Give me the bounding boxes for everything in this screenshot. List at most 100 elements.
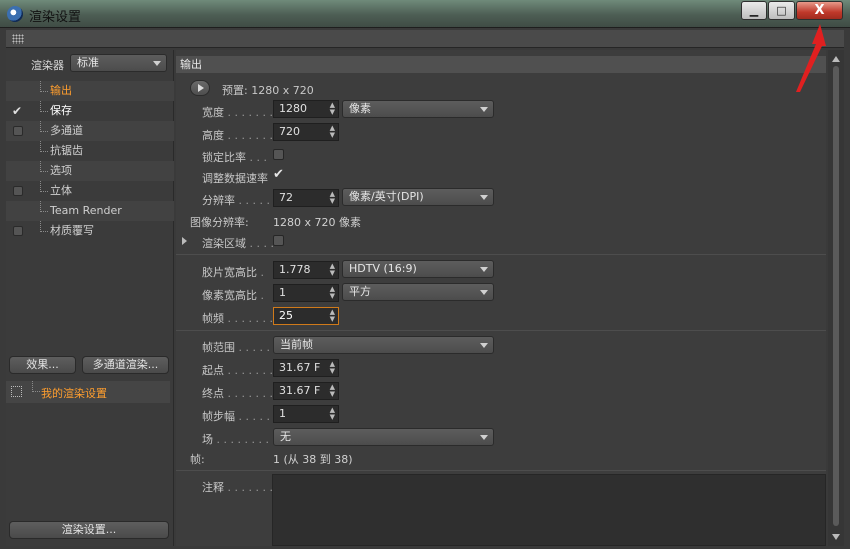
tree-item-label: Team Render	[50, 204, 122, 217]
tree-branch-line	[40, 141, 48, 152]
chevron-down-icon	[480, 290, 488, 295]
minimize-button[interactable]: ▁	[741, 1, 767, 20]
tree-item-label: 选项	[50, 164, 72, 177]
field-select[interactable]: 无	[273, 428, 494, 446]
scroll-down-icon[interactable]	[832, 534, 840, 540]
frame-step-field[interactable]: 1 ▲ ▼	[273, 405, 339, 423]
pixel-aspect-label: 像素宽高比 .	[202, 289, 264, 302]
fps-label: 帧频 . . . . . . . .	[202, 312, 280, 325]
scrollbar-thumb[interactable]	[833, 66, 839, 526]
field-label: 场 . . . . . . . . .	[202, 433, 276, 446]
tree-item[interactable]: 立体	[6, 181, 174, 201]
size-unit-select[interactable]: 像素	[342, 100, 494, 118]
renderer-row: 渲染器 标准	[6, 53, 174, 73]
tree-item-label: 多通道	[50, 124, 83, 137]
render-settings-button[interactable]: 渲染设置...	[9, 521, 169, 539]
stepper-icon: ▲ ▼	[329, 308, 335, 323]
chevron-down-icon	[480, 343, 488, 348]
adjust-rate-label: 调整数据速率	[202, 172, 268, 185]
panel-toolbar	[6, 30, 844, 48]
frame-range-label: 帧范围 . . . . .	[202, 341, 270, 354]
image-resolution-value: 1280 x 720 像素	[273, 216, 361, 229]
tree-branch-line	[40, 181, 48, 192]
effects-button[interactable]: 效果...	[9, 356, 76, 374]
height-label: 高度 . . . . . . .	[202, 129, 273, 142]
chevron-down-icon	[480, 195, 488, 200]
image-resolution-label: 图像分辨率:	[190, 216, 249, 229]
tree-item-label: 保存	[50, 104, 72, 117]
annotation-arrow-icon	[796, 24, 826, 92]
tree-item[interactable]: 抗锯齿	[6, 141, 174, 161]
close-button[interactable]: X	[796, 1, 843, 20]
preset-label: 预置: 1280 x 720	[222, 84, 314, 97]
resolution-field[interactable]: 72 ▲ ▼	[273, 189, 339, 207]
width-field[interactable]: 1280 ▲ ▼	[273, 100, 339, 118]
expand-arrow-icon[interactable]	[182, 237, 187, 245]
tree-item[interactable]: 选项	[6, 161, 174, 181]
tree-item[interactable]: 输出	[6, 81, 174, 101]
stepper-icon: ▲ ▼	[329, 360, 335, 375]
adjust-rate-checkbox[interactable]: ✔	[273, 167, 284, 182]
frames-label: 帧:	[190, 453, 205, 466]
multipass-render-button[interactable]: 多通道渲染...	[82, 356, 169, 374]
tree-item-checkbox[interactable]	[13, 186, 23, 196]
grip-icon[interactable]	[12, 34, 24, 44]
my-render-settings-label: 我的渲染设置	[41, 387, 107, 400]
height-field[interactable]: 720 ▲ ▼	[273, 123, 339, 141]
film-aspect-field[interactable]: 1.778 ▲ ▼	[273, 261, 339, 279]
tree-item-label: 抗锯齿	[50, 144, 83, 157]
lock-ratio-checkbox[interactable]	[273, 149, 284, 160]
scroll-up-icon[interactable]	[832, 56, 840, 62]
tree-branch-line	[40, 121, 48, 132]
stepper-icon: ▲ ▼	[329, 101, 335, 116]
check-icon[interactable]: ✔	[12, 101, 22, 121]
stepper-icon: ▲ ▼	[329, 190, 335, 205]
tree-item[interactable]: 多通道	[6, 121, 174, 141]
section-divider	[176, 470, 826, 471]
chevron-down-icon	[480, 435, 488, 440]
start-field[interactable]: 31.67 F ▲ ▼	[273, 359, 339, 377]
chevron-down-icon	[153, 61, 161, 66]
renderer-label: 渲染器	[31, 59, 64, 72]
frame-step-label: 帧步幅 . . . . .	[202, 410, 270, 423]
renderer-select[interactable]: 标准	[70, 54, 167, 72]
notes-textarea[interactable]	[272, 474, 826, 546]
film-aspect-label: 胶片宽高比 .	[202, 266, 264, 279]
tree-item[interactable]: 材质覆写	[6, 221, 174, 241]
section-divider	[176, 330, 826, 331]
tree-item-checkbox[interactable]	[13, 126, 23, 136]
frame-range-select[interactable]: 当前帧	[273, 336, 494, 354]
stepper-icon: ▲ ▼	[329, 262, 335, 277]
fps-field[interactable]: 25 ▲ ▼	[273, 307, 339, 325]
preset-play-icon[interactable]	[190, 80, 210, 96]
resolution-unit-select[interactable]: 像素/英寸(DPI)	[342, 188, 494, 206]
tree-item-label: 材质覆写	[50, 224, 94, 237]
render-region-label: 渲染区域 . . . .	[202, 237, 274, 250]
tree-item-checkbox[interactable]	[13, 226, 23, 236]
settings-node-icon	[11, 386, 22, 397]
section-divider	[176, 254, 826, 255]
chevron-down-icon	[480, 267, 488, 272]
tree-branch-line	[40, 161, 48, 172]
stepper-icon: ▲ ▼	[329, 406, 335, 421]
tree-item[interactable]: ✔ 保存	[6, 101, 174, 121]
chevron-down-icon	[480, 107, 488, 112]
tree-branch-line	[40, 101, 48, 112]
vertical-scrollbar[interactable]	[828, 50, 844, 546]
cinema4d-app-icon	[7, 6, 23, 22]
lock-ratio-label: 锁定比率 . . .	[202, 151, 267, 164]
tree-item[interactable]: Team Render	[6, 201, 174, 221]
window-title: 渲染设置	[29, 10, 82, 25]
pixel-aspect-select[interactable]: 平方	[342, 283, 494, 301]
pixel-aspect-field[interactable]: 1 ▲ ▼	[273, 284, 339, 302]
my-render-settings-item[interactable]: 我的渲染设置	[6, 381, 170, 403]
tree-branch-line	[40, 81, 48, 92]
stepper-icon: ▲ ▼	[329, 124, 335, 139]
film-aspect-select[interactable]: HDTV (16:9)	[342, 260, 494, 278]
settings-sidebar: 渲染器 标准 输出 ✔ 保存多通道抗锯齿选项立体 Team Render 材质覆写 效果…	[6, 50, 174, 546]
stepper-icon: ▲ ▼	[329, 383, 335, 398]
end-label: 终点 . . . . . . .	[202, 387, 273, 400]
end-field[interactable]: 31.67 F ▲ ▼	[273, 382, 339, 400]
maximize-button[interactable]: □	[768, 1, 795, 20]
render-region-checkbox[interactable]	[273, 235, 284, 246]
